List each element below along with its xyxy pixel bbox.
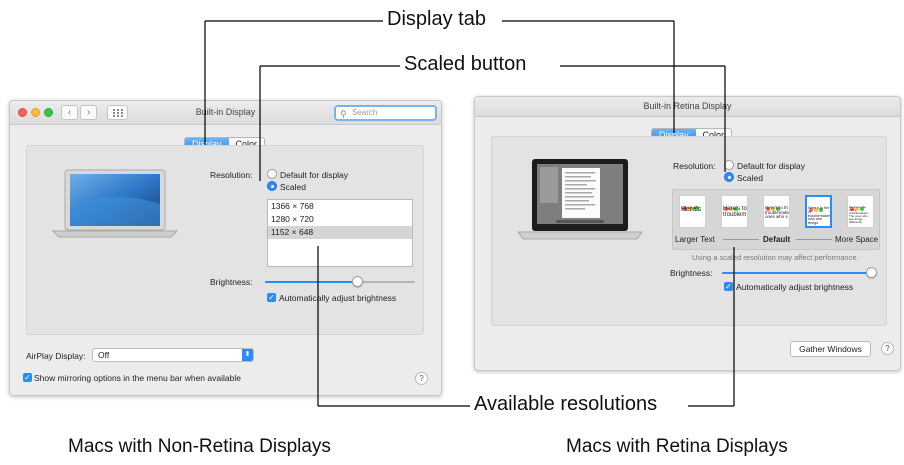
left-display-window: ‹ › Built-in Display ⚲ Search Display Co… [9,100,442,396]
scale-sample-text: Here's [681,206,702,213]
scale-thumbnails: Here's Here's to troublem Here's to th tro… [679,195,875,228]
scale-option[interactable]: Here's [679,195,706,228]
show-mirroring-checkbox[interactable]: ✓ [23,373,32,382]
brightness-slider-knob[interactable] [352,276,363,287]
search-icon: ⚲ [340,109,347,119]
brightness-slider-knob[interactable] [866,267,877,278]
resolution-row[interactable]: 1280 × 720 [268,213,412,226]
show-mirroring-label: Show mirroring options in the menu bar w… [34,373,241,383]
help-button[interactable]: ? [415,372,428,385]
caption-non-retina: Macs with Non-Retina Displays [68,436,331,457]
airplay-display-value: Off [98,350,110,360]
scaled-radio[interactable] [724,172,734,182]
brightness-label: Brightness: [210,277,253,287]
more-space-label: More Space [835,235,879,244]
search-field[interactable]: ⚲ Search [334,105,437,121]
scaled-label: Scaled [280,182,306,192]
updown-chevron-icon: ⬍ [242,349,253,361]
callout-available-resolutions: Available resolutions [474,393,658,415]
auto-brightness-checkbox[interactable]: ✓ [267,293,276,302]
right-display-window: Built-in Retina Display Display Color Re… [474,96,901,371]
resolution-label: Resolution: [673,161,716,171]
brightness-label: Brightness: [670,268,713,278]
right-display-panel: Resolution: Default for display Scaled H… [491,136,887,326]
caption-retina: Macs with Retina Displays [566,436,788,457]
gather-windows-button[interactable]: Gather Windows [790,341,871,357]
resolution-list[interactable]: 1366 × 768 1280 × 720 1152 × 648 [267,199,413,267]
right-titlebar: Built-in Retina Display [475,97,900,117]
macbook-air-icon [51,169,179,238]
default-for-display-radio[interactable] [267,169,277,179]
scale-sample-text: Here's to th troublemake ones who s [765,205,790,219]
macbook-pro-icon [517,159,643,240]
default-for-display-label: Default for display [737,161,806,171]
auto-brightness-label: Automatically adjust brightness [736,282,854,292]
performance-note: Using a scaled resolution may affect per… [692,253,859,262]
help-button[interactable]: ? [881,342,894,355]
callout-scaled-button: Scaled button [404,53,527,75]
callout-display-tab: Display tab [387,8,486,30]
scaled-radio[interactable] [267,181,277,191]
scale-option[interactable]: Here's to th troublemake ones who s [763,195,790,228]
window-title: Built-in Retina Display [643,101,732,111]
larger-text-label: Larger Text [675,235,715,244]
search-placeholder: Search [352,108,378,117]
default-for-display-label: Default for display [280,170,349,180]
default-scale-label: Default [763,235,791,244]
brightness-slider-fill [722,272,872,274]
scale-option[interactable]: Here's to the crazy troublemakers. The o… [847,195,874,228]
resolution-row-selected[interactable]: 1152 × 648 [268,226,412,239]
auto-brightness-checkbox[interactable]: ✓ [724,282,733,291]
scale-option-selected[interactable]: Here's to the cr troublemakers. who see … [805,195,832,228]
scale-sample-text: Here's to the cr troublemakers. who see … [808,206,832,226]
scale-option[interactable]: Here's to troublem [721,195,748,228]
scale-divider-right [796,239,832,240]
scale-divider-left [723,239,759,240]
airplay-display-select[interactable]: Off ⬍ [92,348,254,362]
resolution-label: Resolution: [210,170,253,180]
scale-options-box: Here's Here's to troublem Here's to th tro… [672,189,880,250]
airplay-display-label: AirPlay Display: [26,351,86,361]
brightness-slider[interactable] [265,276,415,287]
scale-sample-text: Here's to troublem [723,206,747,218]
default-for-display-radio[interactable] [724,160,734,170]
brightness-slider-fill [265,281,358,283]
left-display-panel: Resolution: Default for display Scaled 1… [26,145,424,335]
left-titlebar: ‹ › Built-in Display ⚲ Search [10,101,441,125]
resolution-row[interactable]: 1366 × 768 [268,200,412,213]
scale-sample-text: Here's to the crazy troublemakers. The o… [849,205,869,224]
brightness-slider[interactable] [722,267,877,278]
scaled-label: Scaled [737,173,763,183]
auto-brightness-label: Automatically adjust brightness [279,293,397,303]
